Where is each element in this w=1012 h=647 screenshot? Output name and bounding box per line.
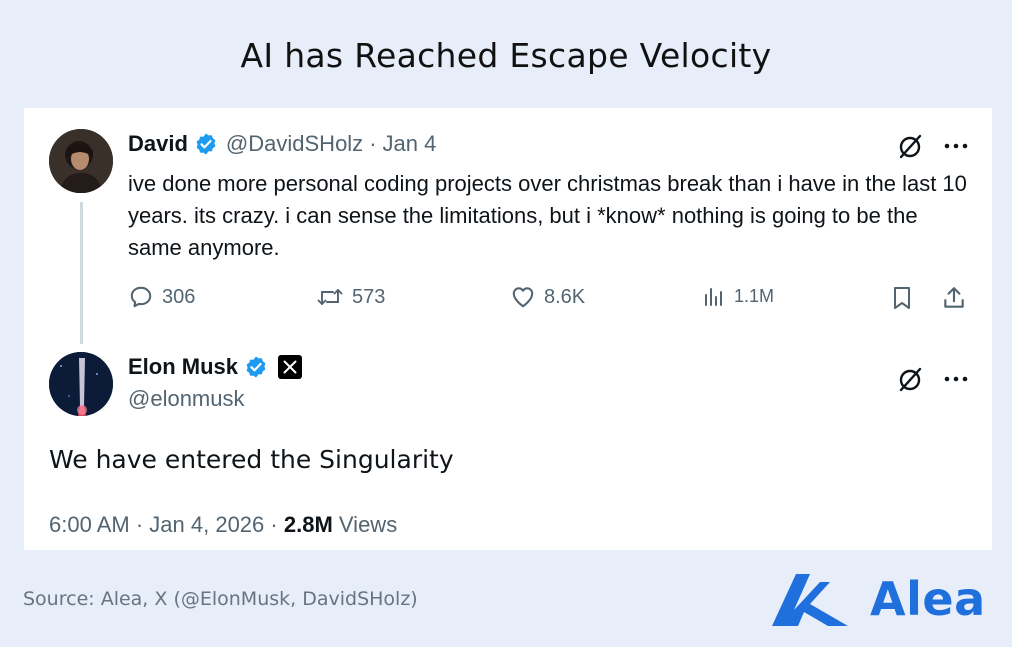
more-icon[interactable] <box>940 363 972 395</box>
reply-button[interactable]: 306 <box>128 284 195 310</box>
author-name[interactable]: David <box>128 131 188 157</box>
reply-views-count: 2.8M <box>283 512 333 537</box>
reply-author-name[interactable]: Elon Musk <box>128 354 238 380</box>
views-icon <box>705 288 722 306</box>
reply-author-handle[interactable]: @elonmusk <box>128 386 245 412</box>
separator: · <box>369 131 377 156</box>
reply-header: Elon Musk <box>128 354 303 380</box>
reply-meta: 6:00 AM · Jan 4, 2026 · 2.8M Views <box>49 512 397 538</box>
x-affiliate-icon[interactable] <box>278 355 303 379</box>
reply-handle-row: @elonmusk <box>128 386 245 412</box>
tweet-header: David @DavidSHolz · Jan 4 <box>128 131 436 157</box>
reply-count: 306 <box>162 285 196 308</box>
like-icon <box>512 287 534 308</box>
reply-time[interactable]: 6:00 AM <box>49 512 130 537</box>
elon-avatar[interactable] <box>49 352 113 416</box>
view-count: 1.1M <box>734 285 775 306</box>
alea-logo: Alea <box>770 570 986 628</box>
grok-icon[interactable] <box>894 363 926 395</box>
david-avatar-image <box>49 129 113 193</box>
reply-date[interactable]: Jan 4, 2026 <box>149 512 264 537</box>
share-icon[interactable] <box>940 284 968 312</box>
tweet-card: David @DavidSHolz · Jan 4 ive done more … <box>24 108 992 550</box>
retweet-button[interactable]: 573 <box>316 284 385 310</box>
tweet-date[interactable]: Jan 4 <box>383 131 437 157</box>
views-button[interactable]: 1.1M <box>702 284 774 308</box>
reply-text: We have entered the Singularity <box>49 445 454 474</box>
author-handle[interactable]: @DavidSHolz <box>226 131 363 157</box>
grok-icon[interactable] <box>894 130 926 162</box>
thread-connector <box>80 202 83 344</box>
brand-name: Alea <box>870 572 986 626</box>
like-button[interactable]: 8.6K <box>510 284 585 310</box>
reply-icon <box>130 286 152 308</box>
retweet-icon <box>317 289 343 305</box>
reply-views-label: Views <box>338 512 398 537</box>
retweet-count: 573 <box>352 285 386 308</box>
like-count: 8.6K <box>544 285 586 308</box>
separator: · <box>135 512 144 537</box>
tweet-text: ive done more personal coding projects o… <box>128 171 967 260</box>
page-title: AI has Reached Escape Velocity <box>240 36 772 75</box>
more-icon[interactable] <box>940 130 972 162</box>
alea-logo-mark-icon <box>772 574 848 626</box>
elon-avatar-image <box>49 352 113 416</box>
verified-icon <box>246 356 266 378</box>
verified-icon <box>196 133 216 155</box>
bookmark-icon[interactable] <box>888 284 916 312</box>
separator: · <box>270 512 278 537</box>
david-avatar[interactable] <box>49 129 113 193</box>
source-caption: Source: Alea, X (@ElonMusk, DavidSHolz) <box>23 588 418 610</box>
